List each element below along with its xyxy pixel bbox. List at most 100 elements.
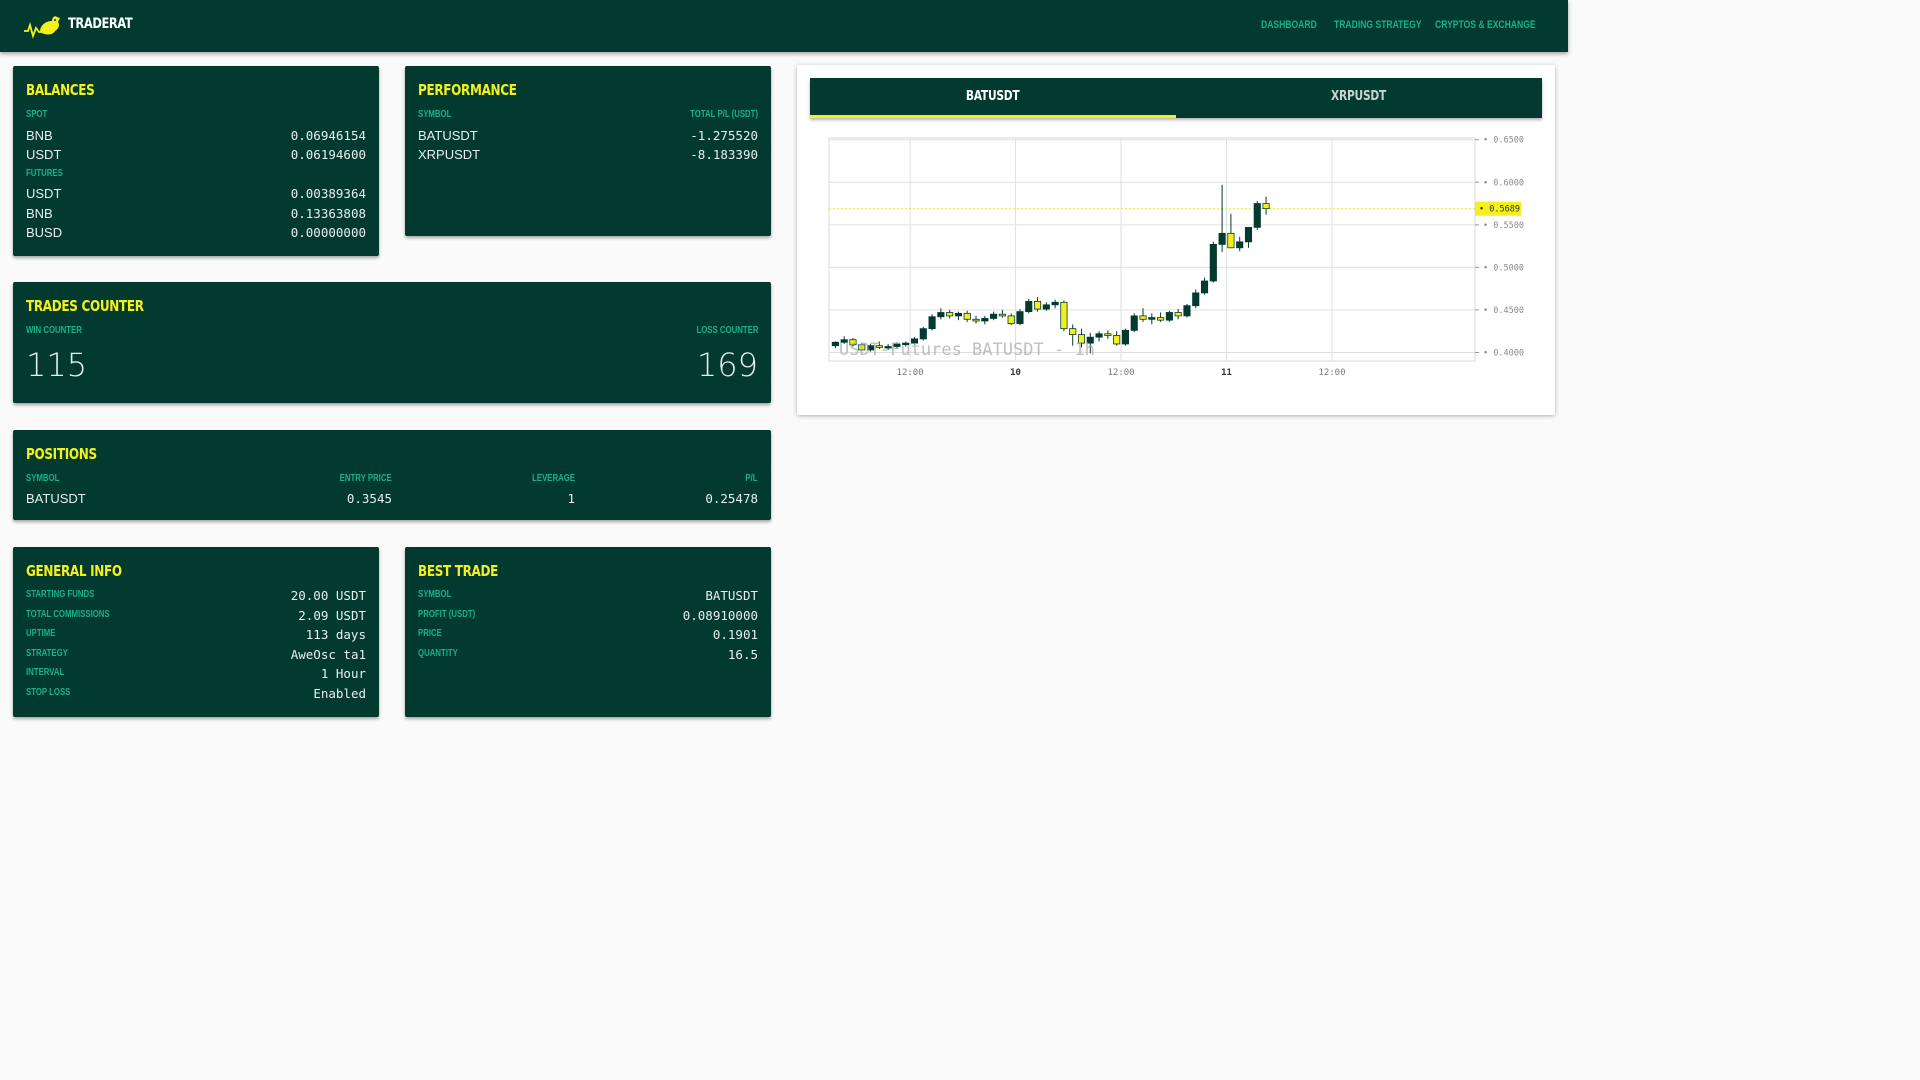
nav-dashboard[interactable]: DASHBOARD bbox=[1261, 19, 1317, 31]
performance-symbol: BATUSDT bbox=[418, 128, 478, 143]
chart-watermark: USDT-Futures BATUSDT - 1h bbox=[839, 340, 1095, 360]
candle-body bbox=[831, 341, 839, 347]
nav-cryptos-exchange[interactable]: CRYPTOS & EXCHANGE bbox=[1435, 19, 1536, 31]
card-title: POSITIONS bbox=[26, 445, 97, 463]
candle bbox=[1262, 196, 1270, 215]
futures-label: FUTURES bbox=[26, 168, 63, 179]
candle bbox=[1227, 213, 1235, 249]
x-tick-label: 12:00 bbox=[1318, 368, 1345, 378]
candle bbox=[1157, 312, 1165, 322]
candle-body bbox=[1244, 226, 1253, 243]
best-trade-value: 0.08910000 bbox=[682, 608, 758, 623]
column-header-symbol: SYMBOL bbox=[418, 109, 452, 120]
general-info-card: GENERAL INFO STARTING FUNDS 20.00 USDT T… bbox=[13, 547, 379, 717]
candle-body bbox=[1209, 243, 1217, 282]
candle-body bbox=[1148, 317, 1156, 320]
info-label: TOTAL COMMISSIONS bbox=[26, 609, 110, 620]
info-label: STOP LOSS bbox=[26, 687, 71, 698]
candle-body bbox=[919, 328, 927, 340]
best-trade-label: SYMBOL bbox=[418, 589, 452, 600]
candle-body bbox=[972, 318, 980, 322]
info-value: Enabled bbox=[313, 686, 366, 701]
best-trade-label: PROFIT (USDT) bbox=[418, 609, 476, 620]
candle bbox=[831, 341, 839, 349]
candle-body bbox=[1025, 301, 1033, 313]
candle-body bbox=[1192, 292, 1200, 307]
candle bbox=[1025, 298, 1033, 314]
candle bbox=[1236, 236, 1244, 252]
win-counter-label: WIN COUNTER bbox=[26, 325, 82, 336]
spot-asset: BNB bbox=[26, 128, 53, 143]
best-trade-card: BEST TRADE SYMBOL BATUSDT PROFIT (USDT) … bbox=[405, 547, 771, 717]
candle-body bbox=[1236, 241, 1244, 249]
spot-asset: USDT bbox=[26, 147, 62, 162]
candle bbox=[1016, 309, 1024, 326]
y-tick-label: • 0.4500 bbox=[1483, 306, 1524, 316]
x-tick-label: 11 bbox=[1221, 368, 1232, 378]
candle-body bbox=[1007, 315, 1015, 324]
y-tick-label: • 0.5500 bbox=[1483, 221, 1524, 231]
position-leverage: 1 bbox=[567, 491, 575, 506]
card-title: BALANCES bbox=[26, 81, 95, 99]
candle bbox=[1218, 184, 1226, 253]
x-tick-label: 12:00 bbox=[897, 368, 924, 378]
plot-frame bbox=[828, 137, 1476, 362]
candle bbox=[1060, 300, 1068, 332]
candle bbox=[1200, 277, 1209, 295]
candle bbox=[1113, 331, 1121, 346]
info-label: INTERVAL bbox=[26, 667, 65, 678]
candle-body bbox=[1095, 333, 1103, 338]
futures-asset: BUSD bbox=[26, 225, 63, 240]
candle-body bbox=[1104, 333, 1112, 336]
candle bbox=[946, 309, 954, 319]
candle bbox=[1051, 299, 1059, 309]
candle-body bbox=[1033, 301, 1042, 310]
futures-amount: 0.13363808 bbox=[290, 206, 366, 221]
candle-body bbox=[946, 312, 954, 317]
candle-body bbox=[990, 313, 998, 319]
spot-amount: 0.06946154 bbox=[290, 128, 366, 143]
best-trade-label: PRICE bbox=[418, 628, 442, 639]
chart-axes: • 0.4000 • 0.4500 • 0.5000 • 0.5500 • 0.6000… bbox=[839, 136, 1524, 378]
column-header-symbol: SYMBOL bbox=[26, 473, 60, 484]
nav-trading-strategy[interactable]: TRADING STRATEGY bbox=[1334, 19, 1422, 31]
candle-body bbox=[963, 312, 971, 320]
candle bbox=[1130, 313, 1138, 333]
best-trade-value: BATUSDT bbox=[705, 588, 758, 603]
candle bbox=[1104, 330, 1112, 339]
candle-body bbox=[1130, 315, 1138, 331]
card-title: PERFORMANCE bbox=[418, 81, 517, 99]
candle bbox=[1121, 328, 1129, 346]
candle bbox=[1253, 200, 1261, 230]
futures-amount: 0.00389364 bbox=[290, 186, 366, 201]
candle bbox=[972, 315, 980, 324]
candle-body bbox=[981, 318, 989, 322]
candle-body bbox=[1016, 311, 1024, 324]
candle-body bbox=[1218, 232, 1226, 245]
candle-body bbox=[1253, 203, 1261, 228]
candle-body bbox=[1174, 312, 1182, 317]
futures-asset: BNB bbox=[26, 206, 53, 221]
x-tick-label: 12:00 bbox=[1107, 368, 1134, 378]
info-value: 20.00 USDT bbox=[290, 588, 366, 603]
candle-body bbox=[1183, 305, 1191, 317]
position-symbol: BATUSDT bbox=[26, 491, 86, 506]
brand-name[interactable]: TRADERAT bbox=[68, 16, 133, 32]
candlestick-chart[interactable]: • 0.4000 • 0.4500 • 0.5000 • 0.5500 • 0.6000… bbox=[797, 65, 1555, 415]
candle bbox=[1165, 310, 1173, 322]
candle-body bbox=[1042, 304, 1050, 310]
candle bbox=[954, 311, 963, 321]
candle-body bbox=[1227, 232, 1235, 249]
info-label: UPTIME bbox=[26, 628, 56, 639]
candle bbox=[998, 309, 1006, 318]
y-tick-label: • 0.5000 bbox=[1483, 263, 1524, 273]
candle-body bbox=[954, 312, 963, 317]
y-tick-label: • 0.4000 bbox=[1483, 348, 1524, 358]
chart-card: BATUSDT XRPUSDT • 0.4000 • 0.4500 • 0.5000… bbox=[797, 65, 1555, 415]
candle-body bbox=[1262, 203, 1270, 210]
candle bbox=[1244, 226, 1253, 248]
info-value: 113 days bbox=[305, 627, 366, 642]
candle-body bbox=[937, 312, 945, 318]
candle bbox=[963, 310, 971, 322]
rat-logo-icon bbox=[24, 16, 60, 39]
